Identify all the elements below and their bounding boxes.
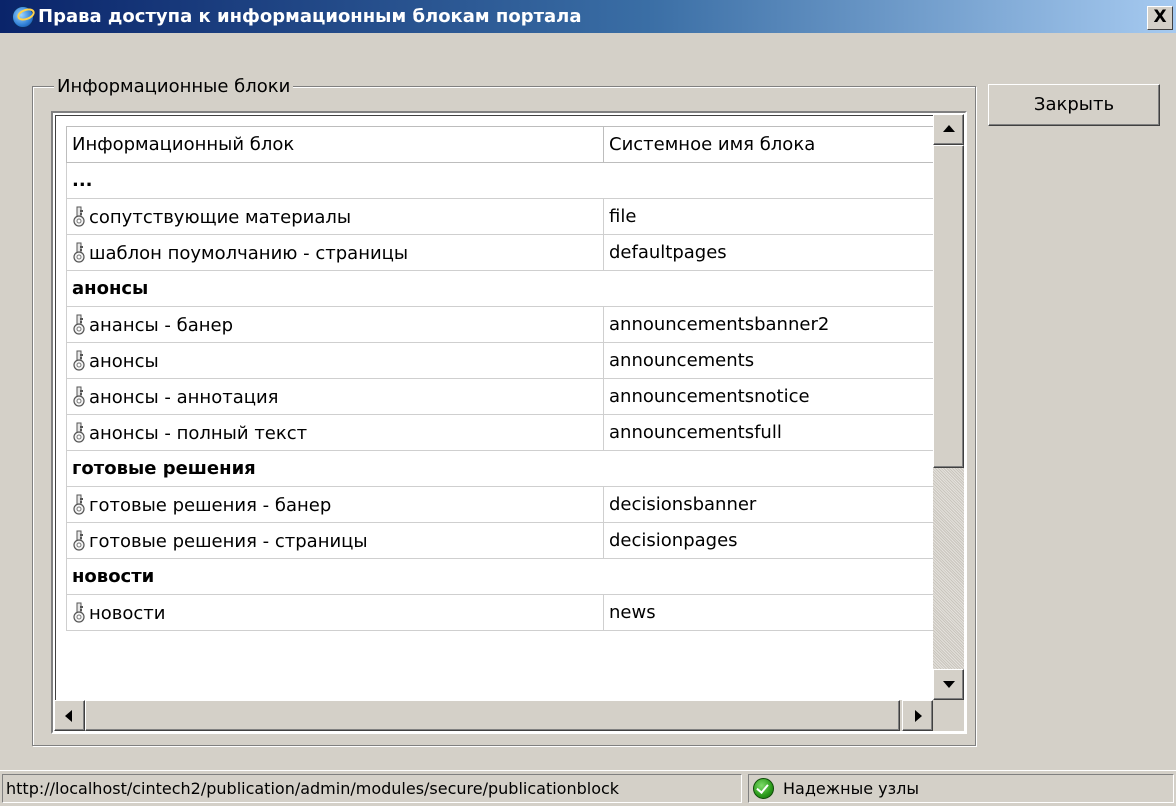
block-row[interactable]: анонсы announcements — [66, 342, 938, 379]
column-header-block[interactable]: Информационный блок — [66, 126, 604, 163]
status-url: http://localhost/cintech2/publication/ad… — [2, 774, 742, 803]
window-title: Права доступа к информационным блокам по… — [38, 6, 582, 27]
group-row[interactable]: новости — [66, 558, 938, 595]
block-name: анонсы — [89, 350, 159, 372]
group-label: новости — [66, 558, 938, 595]
block-name-cell: анонсы — [66, 342, 604, 379]
key-icon — [73, 314, 85, 335]
block-name-cell: сопутствующие материалы — [66, 198, 604, 235]
close-button[interactable]: Закрыть — [988, 84, 1160, 126]
block-row[interactable]: готовые решения - страницы decisionpages — [66, 522, 938, 559]
group-label: ... — [66, 162, 938, 199]
arrow-down-icon — [943, 681, 955, 688]
block-row[interactable]: новости news — [66, 594, 938, 631]
key-icon — [73, 602, 85, 623]
block-name: готовые решения - страницы — [89, 530, 368, 552]
scroll-left-button[interactable] — [54, 700, 85, 731]
block-system-name: announcements — [603, 342, 938, 379]
block-system-name: file — [603, 198, 938, 235]
block-row[interactable]: готовые решения - банер decisionsbanner — [66, 486, 938, 523]
horizontal-scrollbar[interactable] — [54, 700, 933, 731]
security-zone: Надежные узлы — [748, 774, 1174, 803]
block-row[interactable]: сопутствующие материалы file — [66, 198, 938, 235]
block-name-cell: готовые решения - страницы — [66, 522, 604, 559]
block-name-cell: анонсы - аннотация — [66, 378, 604, 415]
block-row[interactable]: шаблон поумолчанию - страницы defaultpage… — [66, 234, 938, 271]
block-name: анонсы - аннотация — [89, 386, 279, 408]
block-system-name: announcementsnotice — [603, 378, 938, 415]
block-system-name: decisionpages — [603, 522, 938, 559]
arrow-left-icon — [65, 710, 72, 722]
blocks-list-frame: Информационный блок Системное имя блока … — [51, 111, 967, 734]
block-system-name: defaultpages — [603, 234, 938, 271]
vertical-scrollbar[interactable] — [933, 114, 964, 700]
block-system-name: announcementsbanner2 — [603, 306, 938, 343]
key-icon — [73, 206, 85, 227]
checkmark-icon — [753, 778, 774, 799]
security-zone-label: Надежные узлы — [783, 779, 920, 798]
block-row[interactable]: анонсы - аннотация announcementsnotice — [66, 378, 938, 415]
block-system-name: decisionsbanner — [603, 486, 938, 523]
key-icon — [73, 350, 85, 371]
table-header-row: Информационный блок Системное имя блока — [66, 126, 938, 163]
key-icon — [73, 422, 85, 443]
group-row[interactable]: готовые решения — [66, 450, 938, 487]
block-name: сопутствующие материалы — [89, 206, 352, 228]
key-icon — [73, 530, 85, 551]
arrow-up-icon — [943, 125, 955, 132]
block-system-name: news — [603, 594, 938, 631]
block-name-cell: готовые решения - банер — [66, 486, 604, 523]
block-name-cell: анонсы - полный текст — [66, 414, 604, 451]
blocks-list-viewport: Информационный блок Системное имя блока … — [55, 115, 963, 730]
block-name-cell: анансы - банер — [66, 306, 604, 343]
status-bar: http://localhost/cintech2/publication/ad… — [0, 770, 1176, 806]
title-bar: Права доступа к информационным блокам по… — [0, 0, 1176, 33]
block-system-name: announcementsfull — [603, 414, 938, 451]
scroll-down-button[interactable] — [933, 669, 964, 700]
blocks-table: Информационный блок Системное имя блока … — [66, 126, 938, 631]
ie-icon — [12, 6, 34, 28]
column-header-system-name[interactable]: Системное имя блока — [603, 126, 938, 163]
scroll-up-button[interactable] — [933, 114, 964, 145]
scrollbar-corner — [933, 700, 964, 731]
vertical-scroll-thumb[interactable] — [933, 145, 964, 468]
key-icon — [73, 494, 85, 515]
block-name: готовые решения - банер — [89, 494, 332, 516]
group-row[interactable]: ... — [66, 162, 938, 199]
arrow-right-icon — [915, 710, 922, 722]
block-name-cell: новости — [66, 594, 604, 631]
block-name: анонсы - полный текст — [89, 422, 308, 444]
block-row[interactable]: анонсы - полный текст announcementsfull — [66, 414, 938, 451]
block-name: новости — [89, 602, 166, 624]
group-row[interactable]: анонсы — [66, 270, 938, 307]
horizontal-scroll-thumb[interactable] — [85, 700, 900, 731]
blocks-table-body: ... сопутствующие материалы file шаблон поу… — [66, 162, 938, 631]
block-row[interactable]: анансы - банер announcementsbanner2 — [66, 306, 938, 343]
block-name: шаблон поумолчанию - страницы — [89, 242, 409, 264]
group-label: готовые решения — [66, 450, 938, 487]
key-icon — [73, 386, 85, 407]
window-close-button[interactable]: X — [1147, 6, 1173, 30]
scroll-right-button[interactable] — [902, 700, 933, 731]
groupbox-legend: Информационные блоки — [54, 76, 294, 98]
group-label: анонсы — [66, 270, 938, 307]
block-name-cell: шаблон поумолчанию - страницы — [66, 234, 604, 271]
block-name: анансы - банер — [89, 314, 234, 336]
key-icon — [73, 242, 85, 263]
